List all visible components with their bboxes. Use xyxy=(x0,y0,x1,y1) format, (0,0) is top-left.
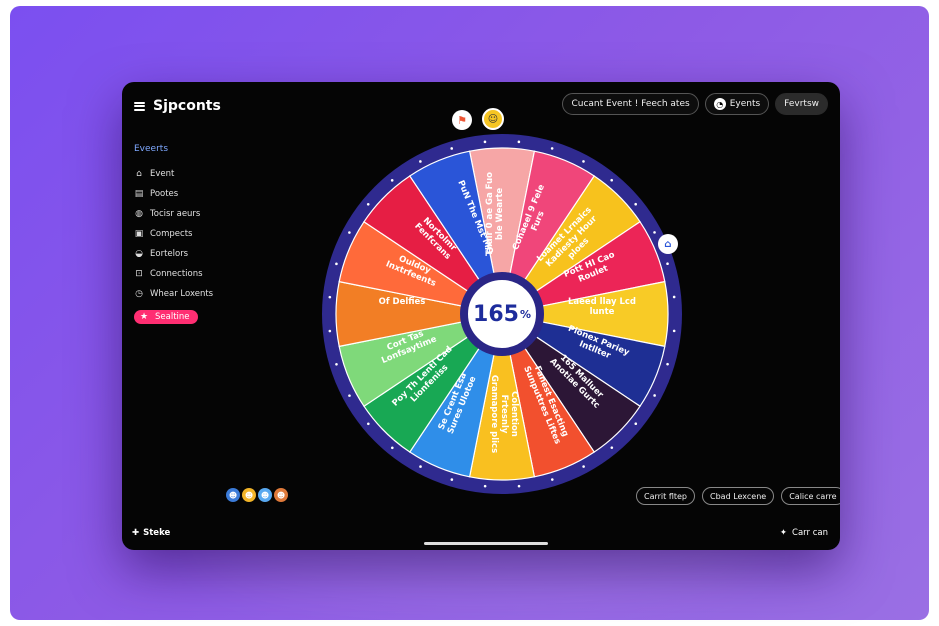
rim-dot xyxy=(483,140,487,144)
rim-dot xyxy=(450,147,454,150)
sidebar-item-label: Connections xyxy=(150,269,203,279)
home-indicator xyxy=(424,542,548,545)
avatar[interactable]: ☻ xyxy=(274,488,288,502)
review-label: Fevrtsw xyxy=(784,99,819,109)
avatar[interactable]: ☻ xyxy=(258,488,272,502)
hub-unit: % xyxy=(519,307,531,321)
sidebar-item-label: Sealtine xyxy=(155,312,190,322)
layers-icon: ◒ xyxy=(135,249,143,259)
bookmark-icon: ✚ xyxy=(132,528,140,538)
rim-dot xyxy=(672,295,676,299)
action-button-2[interactable]: Cbad Lexcene xyxy=(702,487,775,505)
spin-wheel[interactable]: Thair 0 ae Ga Fuo ble Wearte Cohaeel 9 Fe… xyxy=(318,108,686,498)
rim-dot xyxy=(610,178,613,182)
sidebar-item-eortelors[interactable]: ◒ Eortelors xyxy=(134,244,234,264)
rim-dot xyxy=(390,179,394,182)
app-window: Sjpconts Cucant Event ! Feech ates ◔ Eye… xyxy=(122,82,840,550)
rim-dot xyxy=(483,484,487,488)
sidebar-item-event[interactable]: ⌂ Event xyxy=(134,164,234,184)
rim-dot xyxy=(367,422,370,426)
box-icon: ▣ xyxy=(134,229,144,239)
rim-dot xyxy=(450,478,454,481)
sidebar-item-whear[interactable]: ◷ Whear Loxents xyxy=(134,284,234,304)
rim-dot xyxy=(672,329,676,333)
lock-marker-icon: ⌂ xyxy=(658,234,678,254)
rim-dot xyxy=(328,295,332,299)
footer-right[interactable]: ✦ Carr can xyxy=(780,528,828,538)
hamburger-menu-icon[interactable] xyxy=(134,101,145,111)
sidebar-item-pootes[interactable]: ▤ Pootes xyxy=(134,184,234,204)
rim-dot xyxy=(634,422,638,425)
rim-dot xyxy=(550,478,554,481)
globe-icon: ◍ xyxy=(135,209,143,219)
rim-dot xyxy=(348,231,351,234)
hub-value: 165 xyxy=(473,301,519,327)
rim-dot xyxy=(335,262,338,266)
rim-dot xyxy=(666,262,669,266)
rim-dot xyxy=(419,160,422,163)
sidebar-item-label: Event xyxy=(150,169,175,179)
events-button[interactable]: ◔ Eyents xyxy=(704,93,770,115)
sidebar-item-sealtine[interactable]: ★ Sealtine xyxy=(134,310,198,324)
timer-icon: ◷ xyxy=(135,289,143,299)
sidebar-item-tocisr[interactable]: ◍ Tocisr aeurs xyxy=(134,204,234,224)
rim-dot xyxy=(366,203,370,206)
avatar[interactable]: ☻ xyxy=(226,488,240,502)
rim-dot xyxy=(517,140,521,144)
rim-dot xyxy=(634,202,637,206)
participant-avatars: ☻ ☻ ☻ ☻ xyxy=(226,488,288,502)
rim-dot xyxy=(419,465,422,468)
rim-dot xyxy=(582,160,585,163)
avatar[interactable]: ☻ xyxy=(242,488,256,502)
current-event-label: Cucant Event ! Feech ates xyxy=(571,99,690,109)
sidebar-item-connections[interactable]: ⊡ Connections xyxy=(134,264,234,284)
rim-dot xyxy=(666,362,669,366)
sidebar-item-label: Eortelors xyxy=(150,249,189,259)
rim-dot xyxy=(335,362,338,366)
home-icon: ⌂ xyxy=(136,169,142,179)
folder-icon: ▤ xyxy=(134,189,144,199)
current-event-button[interactable]: Cucant Event ! Feech ates xyxy=(562,93,699,115)
rim-dot xyxy=(391,446,394,450)
rim-dot xyxy=(653,231,656,234)
rim-dot xyxy=(610,446,614,449)
segment-text: Of Delfies xyxy=(378,297,426,307)
rim-dot xyxy=(517,484,521,488)
segment-text: Colention Frtesnly Gramapore plics xyxy=(489,374,519,454)
sidebar-item-label: Whear Loxents xyxy=(150,289,214,299)
wheel-hub[interactable]: 165% xyxy=(462,274,542,354)
app-title: Sjpconts xyxy=(153,98,221,114)
review-button[interactable]: Fevrtsw xyxy=(775,93,828,115)
user-marker-icon: ☺ xyxy=(482,108,504,130)
rim-dot xyxy=(550,147,554,150)
wheel-actions: Carrit fltep Cbad Lexcene Calice carre xyxy=(636,487,840,505)
sidebar-item-label: Compects xyxy=(150,229,193,239)
action-button-3[interactable]: Calice carre xyxy=(781,487,840,505)
star-icon: ★ xyxy=(139,312,149,322)
rim-dot xyxy=(653,394,656,397)
sidebar-item-label: Pootes xyxy=(150,189,179,199)
footer-left[interactable]: ✚ Steke xyxy=(132,528,170,538)
app-header: Sjpconts xyxy=(134,98,221,114)
sidebar-item-compects[interactable]: ▣ Compects xyxy=(134,224,234,244)
events-label: Eyents xyxy=(729,99,761,109)
rim-dot xyxy=(348,394,351,397)
sidebar: Eveerts ⌂ Event ▤ Pootes ◍ Tocisr aeurs … xyxy=(134,144,234,324)
rim-dot xyxy=(582,465,585,468)
footer-right-label: Carr can xyxy=(792,528,828,538)
pointer-marker-icon: ⚑ xyxy=(452,110,472,130)
sidebar-heading[interactable]: Eveerts xyxy=(134,144,234,154)
pin-icon: ✦ xyxy=(779,528,788,538)
segment-text: Laeed llay Lcd lunte xyxy=(567,297,637,317)
footer-left-label: Steke xyxy=(143,528,171,538)
rim-dot xyxy=(328,329,332,333)
clock-icon: ◔ xyxy=(713,98,726,110)
action-button-1[interactable]: Carrit fltep xyxy=(636,487,696,505)
header-actions: Cucant Event ! Feech ates ◔ Eyents Fevrt… xyxy=(562,93,828,115)
link-icon: ⊡ xyxy=(135,269,143,279)
sidebar-item-label: Tocisr aeurs xyxy=(150,209,201,219)
